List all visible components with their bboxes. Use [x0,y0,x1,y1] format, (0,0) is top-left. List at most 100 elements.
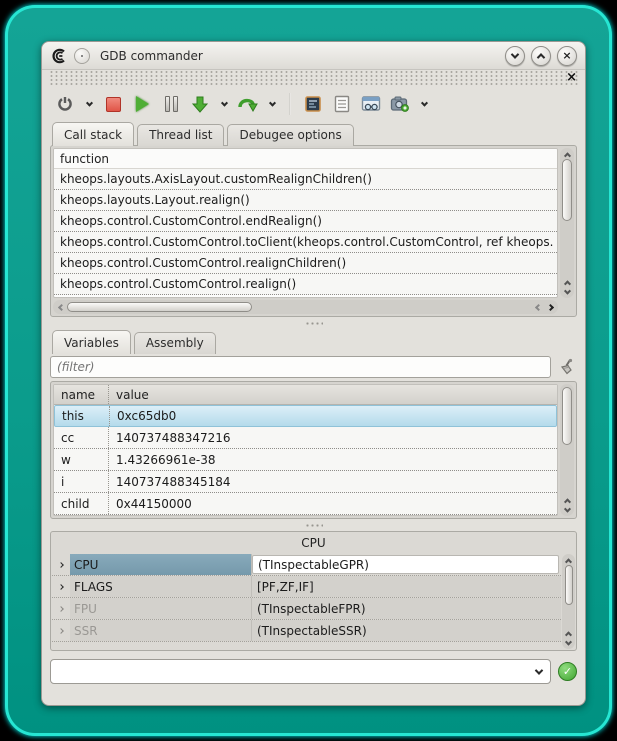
cpu-panel-title: CPU [51,532,576,554]
debug-toolbar [42,87,585,121]
window-title: GDB commander [100,49,203,63]
cpu-register-table: CPU (TInspectableGPR) FLAGS [PF,ZF,IF] F… [52,554,561,649]
scroll-down-icon[interactable] [561,505,573,515]
inspect-tabbar: Variables Assembly [50,329,577,353]
scroll-up-icon[interactable] [561,149,573,159]
scroll-left-icon[interactable] [532,302,544,312]
gdb-commander-window: GDB commander × × [41,41,586,706]
stack-tabbar: Call stack Thread list Debugee options [50,121,577,145]
callstack-row[interactable]: kheops.layouts.Layout.realign() [54,190,557,211]
variable-row[interactable]: child 0x44150000 [54,493,557,515]
tab-debugee-options[interactable]: Debugee options [227,124,353,146]
watch-window-icon [361,95,381,113]
variable-row[interactable]: this 0xc65db0 [54,405,557,427]
callstack-row[interactable]: kheops.control.CustomControl.toClient(kh… [54,232,557,253]
callstack-row[interactable]: kheops.layouts.AxisLayout.customRealignC… [54,169,557,190]
variable-row[interactable]: cc 140737488347216 [54,427,557,449]
step-over-dropdown-chevron-icon[interactable] [266,93,278,115]
scroll-up-icon[interactable] [561,495,573,505]
variable-row[interactable]: i 140737488345184 [54,471,557,493]
output-doc-icon [334,95,350,113]
watch-window-button[interactable] [360,93,382,115]
filter-input[interactable] [50,356,551,378]
callstack-column-header[interactable]: function [54,149,557,169]
cpu-row[interactable]: CPU (TInspectableGPR) [52,554,561,576]
callstack-row[interactable]: kheops.control.CustomControl.endRealign(… [54,211,557,232]
variable-row[interactable]: w 1.43266961e-38 [54,449,557,471]
scroll-up-icon[interactable] [561,277,573,287]
close-button[interactable]: × [557,46,577,66]
scroll-right-icon[interactable] [544,302,556,312]
scrollbar-thumb[interactable] [67,302,252,312]
scrollbar-thumb[interactable] [562,387,572,445]
scrollbar-thumb[interactable] [562,159,572,221]
broom-icon [558,358,576,376]
callstack-horizontal-scrollbar[interactable] [53,300,558,314]
expand-arrow-icon[interactable] [52,576,70,597]
send-command-button[interactable]: ✓ [558,662,577,681]
toolbar-separator [289,93,291,115]
callstack-vertical-scrollbar[interactable] [560,148,574,298]
registers-button[interactable] [302,93,324,115]
callstack-list: function kheops.layouts.AxisLayout.custo… [53,148,558,298]
stop-icon [106,97,121,112]
stop-button[interactable] [102,93,124,115]
cpu-row[interactable]: FLAGS [PF,ZF,IF] [52,576,561,598]
column-header-name[interactable]: name [54,385,109,404]
snapshot-camera-icon [390,95,410,113]
gdb-command-input[interactable] [51,660,536,683]
snapshot-button[interactable] [389,93,411,115]
filter-row [50,355,577,379]
variables-table: name value this 0xc65db0 cc 140737488347… [53,384,558,516]
pause-button[interactable] [160,93,182,115]
shade-button[interactable] [505,46,525,66]
scroll-left-icon[interactable] [55,302,67,312]
variable-row[interactable]: b 1.43266961e-38 [54,515,557,516]
splitter-handle[interactable] [42,519,585,531]
play-icon [136,96,149,112]
tab-call-stack[interactable]: Call stack [52,122,134,146]
scroll-down-icon[interactable] [561,287,573,297]
cpu-row[interactable]: FPU (TInspectableFPR) [52,598,561,620]
snapshot-dropdown-chevron-icon[interactable] [418,93,430,115]
step-into-dropdown-chevron-icon[interactable] [218,93,230,115]
callstack-row[interactable]: kheops.control.CustomControl.realign() [54,274,557,295]
scroll-up-icon[interactable] [563,628,575,638]
expand-arrow-icon[interactable] [52,598,70,619]
dock-close-icon[interactable]: × [566,71,577,85]
step-over-button[interactable] [237,93,259,115]
cpu-inspector-panel: CPU CPU (TInspectableGPR) FLAGS [PF,ZF,I… [50,531,577,651]
output-button[interactable] [331,93,353,115]
scroll-down-icon[interactable] [563,638,575,648]
column-header-value[interactable]: value [109,385,149,404]
expand-arrow-icon[interactable] [52,620,70,641]
cpu-chip-icon [304,95,322,113]
window-menu-button[interactable] [74,48,90,64]
callstack-row[interactable]: kheops.control.CustomControl.realignChil… [54,253,557,274]
scrollbar-thumb[interactable] [565,565,573,605]
continue-button[interactable] [131,93,153,115]
expand-arrow-icon[interactable] [52,554,70,575]
combo-dropdown-chevron-icon[interactable] [535,666,543,674]
power-button[interactable] [54,93,76,115]
teal-frame: GDB commander × × [5,5,612,736]
splitter-handle[interactable] [42,317,585,329]
command-row: ✓ [50,659,577,684]
tab-thread-list[interactable]: Thread list [137,124,224,146]
cpu-vertical-scrollbar[interactable] [562,554,575,649]
cpu-row[interactable]: SSR (TInspectableSSR) [52,620,561,642]
variables-panel: name value this 0xc65db0 cc 140737488347… [50,381,577,519]
tab-variables[interactable]: Variables [52,330,131,354]
variables-header[interactable]: name value [54,385,557,405]
variables-vertical-scrollbar[interactable] [560,384,574,516]
step-into-button[interactable] [189,93,211,115]
titlebar[interactable]: GDB commander × [42,42,585,70]
tab-assembly[interactable]: Assembly [134,332,216,354]
dock-handle[interactable]: × [48,71,579,87]
scroll-up-icon[interactable] [563,555,575,565]
restore-button[interactable] [531,46,551,66]
clear-filter-button[interactable] [557,357,577,377]
app-logo-icon [50,47,68,65]
gdb-command-combobox[interactable] [50,659,551,684]
power-dropdown-chevron-icon[interactable] [83,93,95,115]
